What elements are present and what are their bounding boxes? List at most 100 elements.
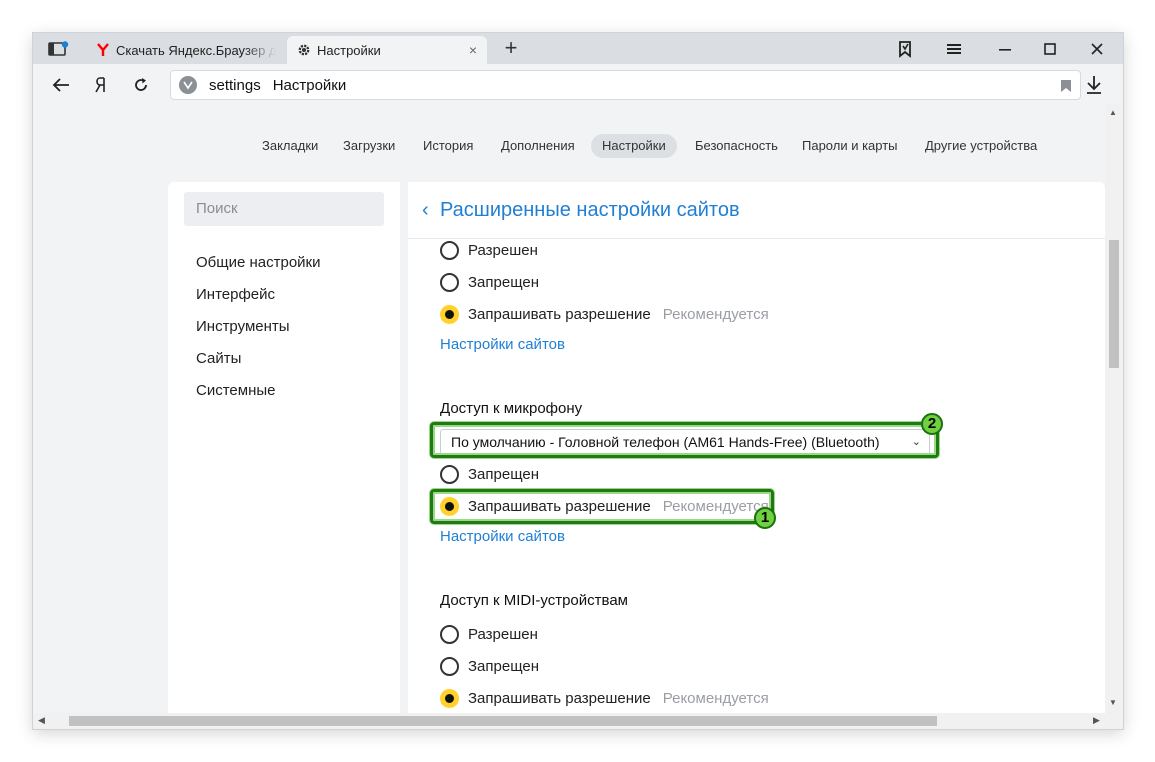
menu-button[interactable] [940,37,968,61]
nav-bookmarks[interactable]: Закладки [251,134,329,158]
download-icon [1087,76,1101,94]
nav-other-devices[interactable]: Другие устройства [914,134,1048,158]
tab-title: Настройки [317,42,381,58]
option-label: Запрещен [468,465,540,483]
sidebar-item-tools[interactable]: Инструменты [196,318,290,335]
collections-button[interactable] [891,37,919,61]
midi-option-allowed[interactable]: Разрешен [440,623,538,645]
option-label: Разрешен [468,625,538,643]
scroll-up-arrow-icon[interactable]: ▲ [1109,108,1117,117]
downloads-button[interactable] [1080,72,1108,98]
reload-button[interactable] [127,72,155,98]
mic-site-settings-link[interactable]: Настройки сайтов [440,528,565,545]
nav-passwords[interactable]: Пароли и карты [791,134,909,158]
navigation-bar: settings Настройки [33,64,1123,104]
radio-button[interactable] [440,656,459,676]
close-window-button[interactable] [1083,37,1111,61]
microphone-device-select[interactable]: По умолчанию - Головной телефон (AM61 Ha… [440,429,930,455]
sidebar-item-sites[interactable]: Сайты [196,350,241,367]
option-label: Запрашивать разрешение [468,689,651,707]
recommended-label: Рекомендуется [662,689,769,707]
midi-section-title: Доступ к MIDI-устройствам [440,592,628,609]
option-allowed[interactable]: Разрешен [440,239,538,261]
back-button[interactable] [47,72,75,98]
scroll-down-arrow-icon[interactable]: ▼ [1109,698,1117,707]
option-label: Запрещен [468,657,540,675]
address-url: settings [209,76,261,94]
annotation-badge-2: 2 [921,413,943,435]
radio-button[interactable] [440,624,459,644]
radio-button[interactable] [440,464,459,484]
yandex-home-button[interactable] [87,72,115,98]
tab-strip: Скачать Яндекс.Браузер для компьютера На… [33,33,1123,64]
close-icon [1091,43,1103,55]
nav-security[interactable]: Безопасность [684,134,789,158]
horizontal-scrollbar[interactable]: ◀ ▶ [33,713,1123,729]
add-bookmark-button[interactable] [1060,79,1072,97]
address-page-title: Настройки [272,76,347,94]
midi-option-blocked[interactable]: Запрещен [440,655,539,677]
maximize-button[interactable] [1036,37,1064,61]
annotation-badge-1: 1 [754,507,776,529]
mic-option-blocked[interactable]: Запрещен [440,463,539,485]
minimize-button[interactable] [991,37,1019,61]
yandex-ya-icon [95,77,105,93]
settings-sidebar: Поиск Общие настройки Интерфейс Инструме… [168,182,400,713]
close-tab-icon[interactable]: × [469,42,477,58]
recommended-label: Рекомендуется [662,305,769,323]
mic-option-ask[interactable]: Запрашивать разрешение Рекомендуется [440,495,769,517]
option-blocked[interactable]: Запрещен [440,271,539,293]
recommended-label: Рекомендуется [662,497,769,515]
yandex-logo-icon [97,43,109,56]
vertical-scroll-thumb[interactable] [1109,240,1119,368]
radio-button[interactable] [440,272,459,292]
radio-button[interactable] [440,240,459,260]
tabs-panel-icon [48,41,69,56]
back-chevron-icon[interactable]: ‹ [422,199,429,222]
sidebar-item-interface[interactable]: Интерфейс [196,286,275,303]
midi-option-ask[interactable]: Запрашивать разрешение Рекомендуется [440,687,769,709]
radio-button-checked[interactable] [440,688,459,708]
arrow-left-icon [52,78,69,92]
bookmark-collection-icon [899,41,911,58]
select-value: По умолчанию - Головной телефон (AM61 Ha… [451,434,880,450]
site-settings-link[interactable]: Настройки сайтов [440,336,565,353]
minimize-icon [999,49,1011,51]
nav-extensions[interactable]: Дополнения [490,134,586,158]
new-tab-button[interactable]: + [499,37,523,61]
nav-settings[interactable]: Настройки [591,134,677,158]
maximize-icon [1044,43,1056,55]
scroll-left-arrow-icon[interactable]: ◀ [38,715,45,726]
scroll-right-arrow-icon[interactable]: ▶ [1093,715,1100,726]
option-ask[interactable]: Запрашивать разрешение Рекомендуется [440,303,769,325]
settings-search-input[interactable]: Поиск [184,192,384,226]
hamburger-icon [947,44,961,54]
bookmark-icon [1061,80,1071,92]
nav-history[interactable]: История [412,134,484,158]
option-label: Запрашивать разрешение [468,305,651,323]
site-security-icon[interactable] [179,76,197,94]
tabs-sidebar-button[interactable] [39,37,79,61]
settings-page: Закладки Загрузки История Дополнения Нас… [33,104,1105,713]
radio-button-checked[interactable] [440,496,459,516]
vertical-scrollbar[interactable]: ▲ ▼ [1105,104,1123,713]
radio-button-checked[interactable] [440,304,459,324]
page-title[interactable]: Расширенные настройки сайтов [440,199,740,222]
panel-header: ‹ Расширенные настройки сайтов [408,182,1105,239]
horizontal-scroll-thumb[interactable] [69,716,937,726]
reload-icon [135,78,147,91]
address-bar[interactable]: settings Настройки [170,70,1081,100]
sidebar-item-general[interactable]: Общие настройки [196,254,321,271]
settings-top-nav: Закладки Загрузки История Дополнения Нас… [33,134,1105,162]
sidebar-item-system[interactable]: Системные [196,382,275,399]
tab-download-browser[interactable]: Скачать Яндекс.Браузер для компьютера [88,36,282,64]
option-label: Запрашивать разрешение [468,497,651,515]
microphone-section-title: Доступ к микрофону [440,400,583,417]
tab-title: Скачать Яндекс.Браузер для компьютера [116,42,276,58]
chevron-down-icon: ⌄ [911,436,921,448]
tab-settings[interactable]: Настройки × [287,36,487,64]
settings-main-panel: ‹ Расширенные настройки сайтов Разрешен … [408,182,1105,713]
gear-icon [298,44,310,56]
nav-downloads[interactable]: Загрузки [332,134,406,158]
option-label: Запрещен [468,273,540,291]
